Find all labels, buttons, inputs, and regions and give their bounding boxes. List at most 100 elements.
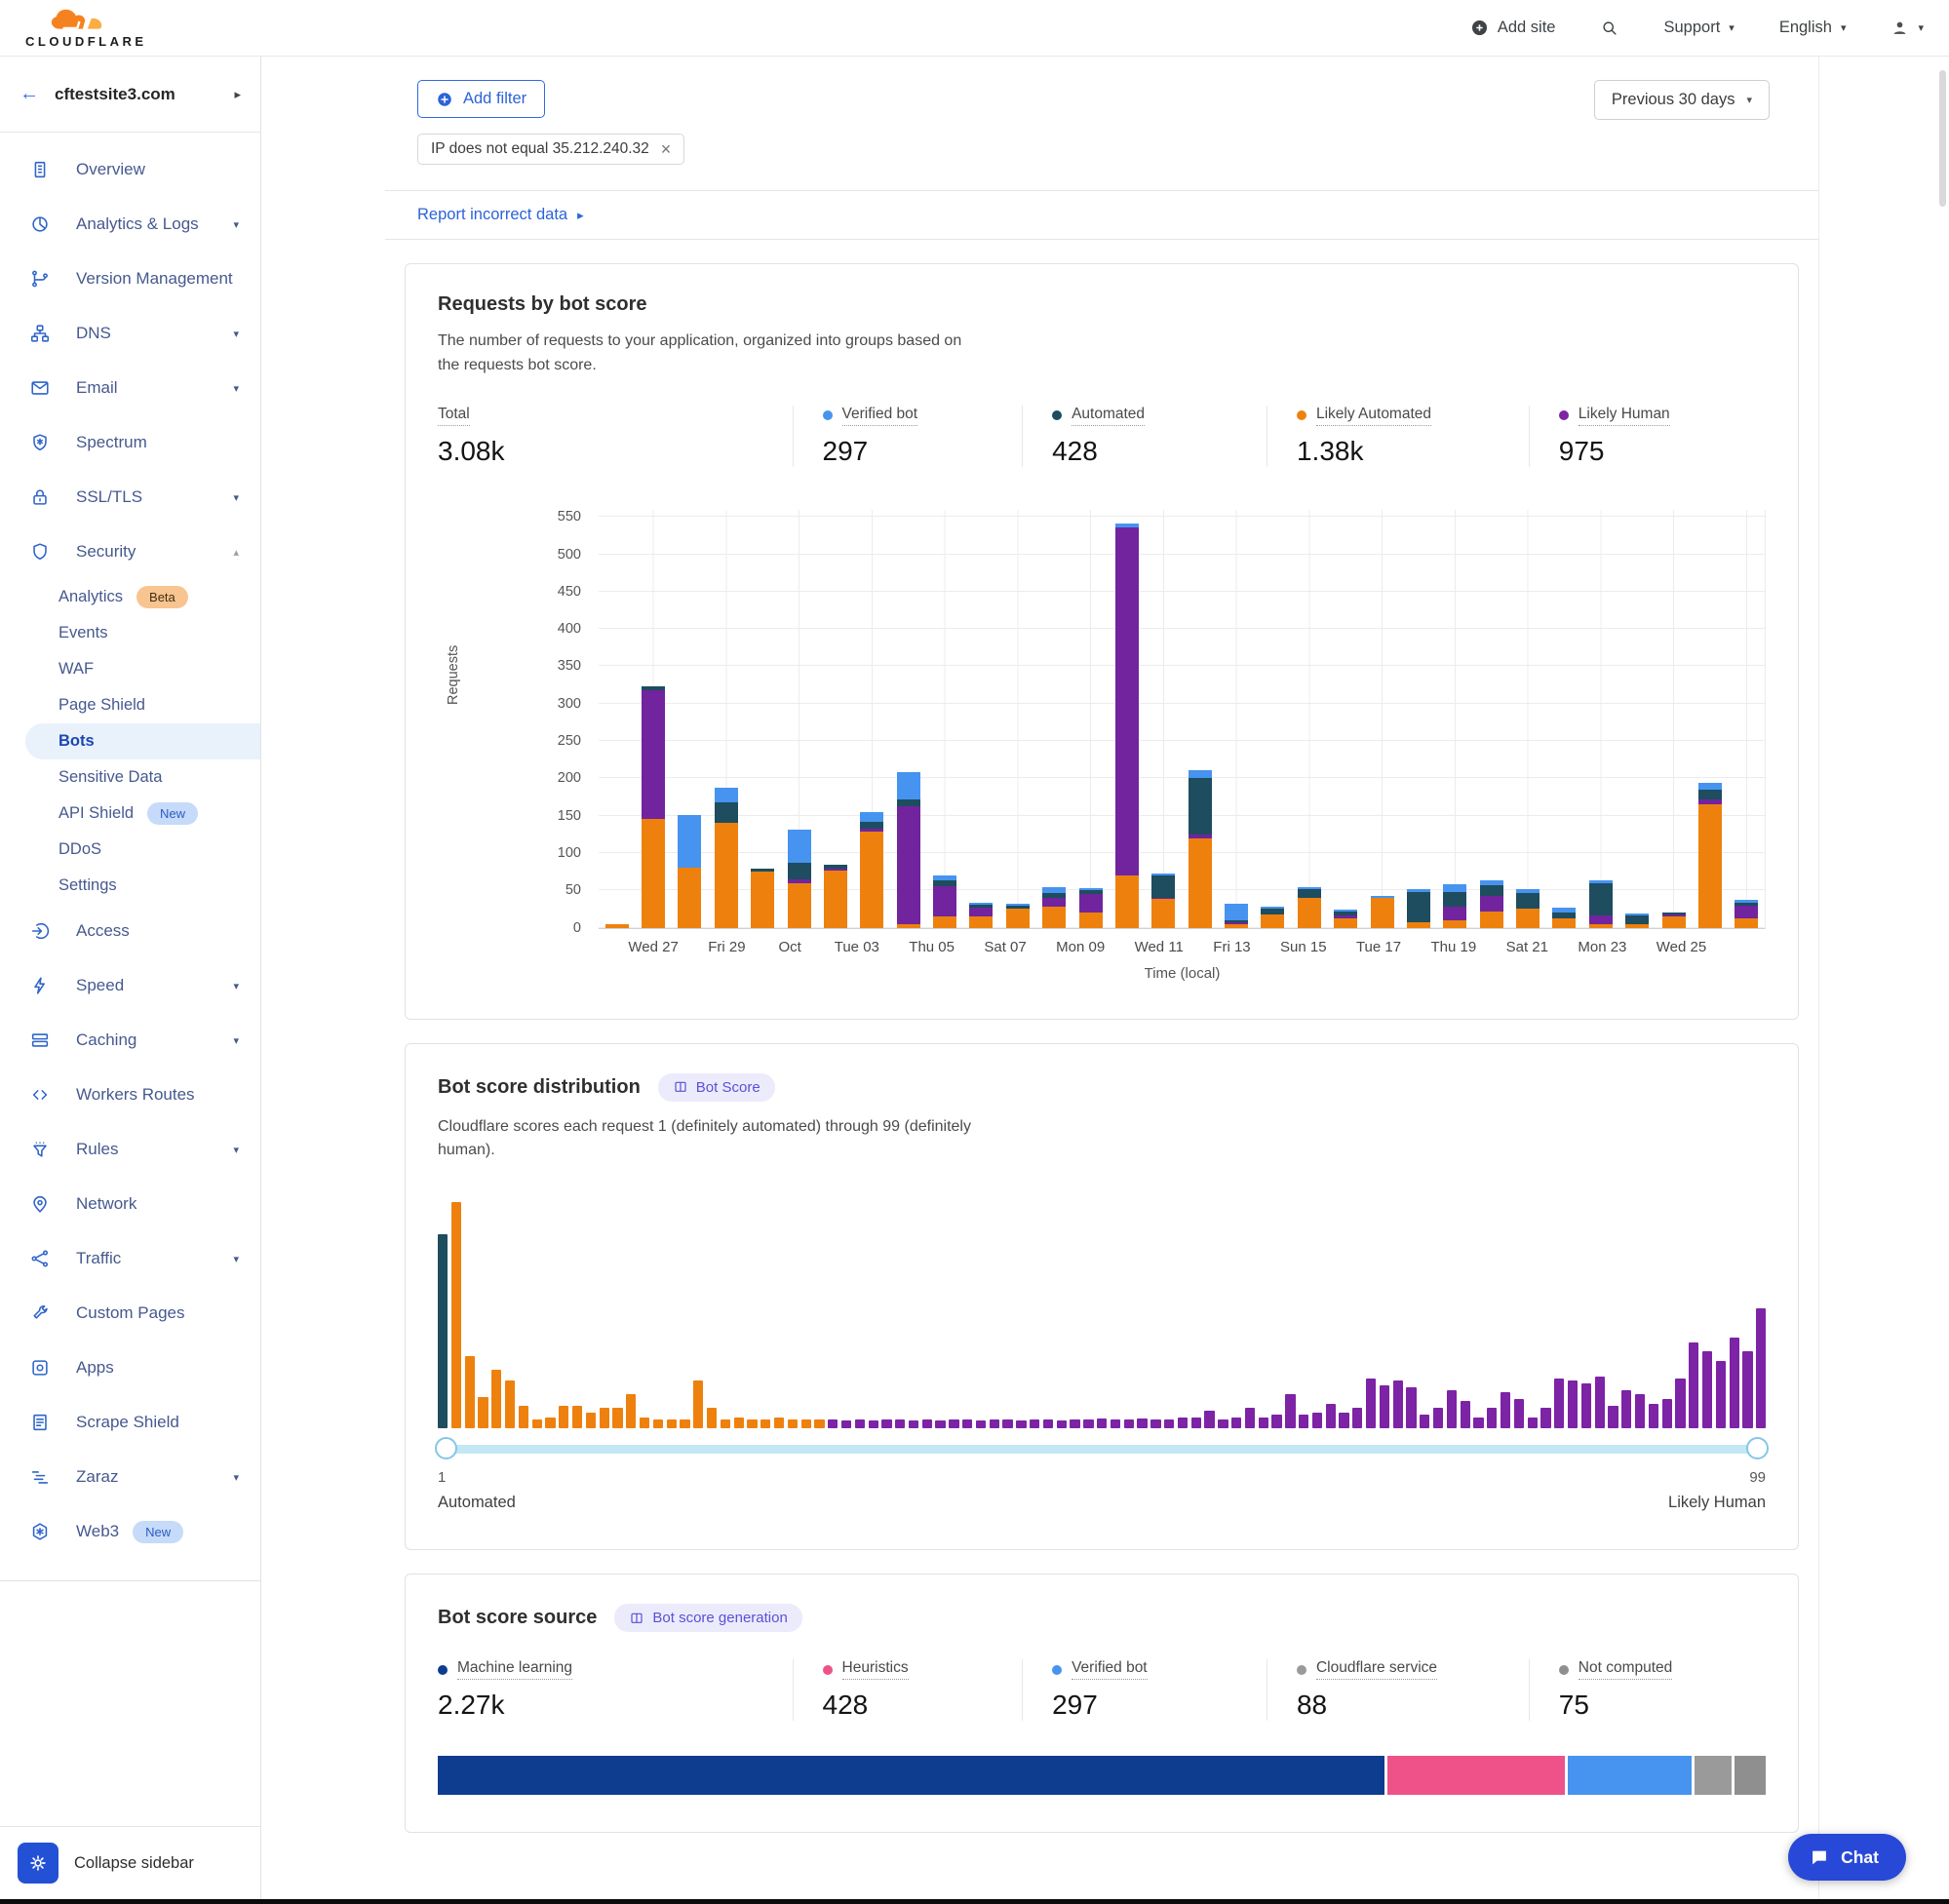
cloudflare-logo[interactable]: CLOUDFLARE: [25, 8, 147, 48]
collapse-sidebar-label[interactable]: Collapse sidebar: [74, 1854, 194, 1873]
hist-bar-likely-human: [1231, 1418, 1241, 1429]
bar-slot: [1146, 510, 1182, 928]
card-description: Cloudflare scores each request 1 (defini…: [438, 1115, 984, 1164]
caret-down-icon: ▾: [233, 1034, 239, 1047]
bar-segment-likely-human: [1589, 915, 1613, 924]
bar-segment-likely-automated: [1589, 924, 1613, 928]
sidebar-item-page-shield[interactable]: Page Shield: [0, 687, 260, 723]
legend-dot-icon: [1559, 1665, 1569, 1675]
book-icon: [673, 1079, 688, 1095]
sidebar-item-apps[interactable]: Apps: [0, 1341, 260, 1395]
slider-track[interactable]: [442, 1445, 1762, 1454]
bar-segment-automated: [1189, 778, 1212, 835]
sidebar: ← cftestsite3.com ▸ OverviewAnalytics & …: [0, 57, 261, 1899]
hist-bar-likely-human: [1514, 1399, 1524, 1428]
stacked-bar: [642, 686, 665, 927]
legend-dot-icon: [1559, 410, 1569, 420]
sidebar-item-custom-pages[interactable]: Custom Pages: [0, 1286, 260, 1341]
sidebar-item-api-shield[interactable]: API ShieldNew: [0, 796, 260, 832]
slider-handle-min[interactable]: [435, 1437, 457, 1459]
close-icon[interactable]: ×: [661, 140, 672, 158]
hist-bar-likely-human: [962, 1419, 972, 1428]
sidebar-item-events[interactable]: Events: [0, 615, 260, 651]
bar-segment-likely-human: [642, 690, 665, 820]
back-arrow-icon[interactable]: ←: [19, 83, 39, 105]
report-incorrect-data-link[interactable]: Report incorrect data: [417, 206, 567, 224]
bot-score-doc-badge[interactable]: Bot Score: [658, 1073, 775, 1102]
bot-score-generation-doc-badge[interactable]: Bot score generation: [614, 1604, 801, 1632]
stat-value: 3.08k: [438, 436, 793, 467]
sidebar-item-waf[interactable]: WAF: [0, 651, 260, 687]
stat-value: 297: [1052, 1690, 1267, 1721]
sidebar-item-scrape-shield[interactable]: Scrape Shield: [0, 1395, 260, 1450]
sidebar-item-ssl-tls[interactable]: SSL/TLS▾: [0, 470, 260, 525]
hist-bar-likely-human: [1554, 1379, 1564, 1428]
source-segment-heuristics: [1387, 1756, 1566, 1795]
bar-segment-likely-automated: [824, 871, 847, 927]
sidebar-item-analytics-logs[interactable]: Analytics & Logs▾: [0, 197, 260, 252]
sidebar-item-label: Settings: [58, 876, 117, 895]
bar-slot: [1109, 510, 1145, 928]
chat-label: Chat: [1841, 1847, 1879, 1868]
sidebar-item-dns[interactable]: DNS▾: [0, 306, 260, 361]
stat-value: 88: [1297, 1690, 1529, 1721]
sidebar-item-label: API Shield: [58, 804, 134, 823]
add-filter-button[interactable]: Add filter: [417, 80, 545, 118]
filter-chip[interactable]: IP does not equal 35.212.240.32 ×: [417, 134, 684, 165]
chevron-right-icon[interactable]: ▸: [234, 87, 241, 102]
sidebar-item-bots[interactable]: Bots: [25, 723, 260, 759]
sidebar-item-label: Bots: [58, 732, 95, 751]
stacked-bar: [1298, 887, 1321, 927]
x-tick-label: [1184, 939, 1213, 955]
stat-value: 975: [1559, 436, 1766, 467]
sidebar-item-network[interactable]: Network: [0, 1177, 260, 1231]
language-menu[interactable]: English ▾: [1779, 19, 1847, 37]
cache-icon: [29, 1030, 51, 1051]
sidebar-item-security[interactable]: Security▴: [0, 525, 260, 579]
add-site-button[interactable]: Add site: [1470, 19, 1556, 37]
sidebar-item-speed[interactable]: Speed▾: [0, 958, 260, 1013]
caret-down-icon: ▾: [233, 1253, 239, 1265]
sidebar-item-settings[interactable]: Settings: [0, 868, 260, 904]
sidebar-item-caching[interactable]: Caching▾: [0, 1013, 260, 1068]
sidebar-item-access[interactable]: Access: [0, 904, 260, 958]
sidebar-item-spectrum[interactable]: Spectrum: [0, 415, 260, 470]
x-tick-label: Wed 11: [1135, 939, 1184, 955]
stat-automated: Automated428: [1022, 406, 1267, 467]
sidebar-item-overview[interactable]: Overview: [0, 142, 260, 197]
filter-chip-text: IP does not equal 35.212.240.32: [431, 140, 649, 158]
search-button[interactable]: [1600, 19, 1618, 37]
scrollbar-thumb[interactable]: [1939, 70, 1946, 207]
sidebar-item-web3[interactable]: Web3New: [0, 1504, 260, 1559]
date-range-select[interactable]: Previous 30 days ▾: [1594, 80, 1770, 120]
bot-score-distribution-card: Bot score distribution Bot Score Cloudfl…: [405, 1043, 1799, 1551]
hist-bar-likely-human: [1420, 1415, 1429, 1428]
sidebar-item-sensitive-data[interactable]: Sensitive Data: [0, 759, 260, 796]
hist-bar-likely-human: [922, 1419, 932, 1428]
hist-bar-likely-human: [1487, 1408, 1497, 1428]
stacked-bar: [1662, 913, 1686, 927]
bar-slot: [890, 510, 926, 928]
site-name: cftestsite3.com: [55, 85, 175, 104]
sidebar-item-analytics[interactable]: AnalyticsBeta: [0, 579, 260, 615]
sidebar-item-version-management[interactable]: Version Management: [0, 252, 260, 306]
bar-slot: [781, 510, 817, 928]
sidebar-item-label: DDoS: [58, 840, 101, 859]
account-menu[interactable]: ▾: [1891, 19, 1924, 37]
slider-handle-max[interactable]: [1746, 1437, 1769, 1459]
sidebar-item-zaraz[interactable]: Zaraz▾: [0, 1450, 260, 1504]
hist-bar-likely-automated: [721, 1419, 730, 1428]
hist-bar-likely-human: [1352, 1408, 1362, 1428]
support-menu[interactable]: Support ▾: [1663, 19, 1734, 37]
main-content: Add filter IP does not equal 35.212.240.…: [261, 57, 1949, 1899]
stacked-bar: [824, 865, 847, 927]
scrape-icon: [29, 1412, 51, 1433]
sidebar-item-traffic[interactable]: Traffic▾: [0, 1231, 260, 1286]
sidebar-item-rules[interactable]: Rules▾: [0, 1122, 260, 1177]
hist-bar-likely-automated: [788, 1419, 798, 1428]
sidebar-item-workers-routes[interactable]: Workers Routes: [0, 1068, 260, 1122]
settings-gear-button[interactable]: [18, 1843, 58, 1884]
sidebar-item-email[interactable]: Email▾: [0, 361, 260, 415]
sidebar-item-ddos[interactable]: DDoS: [0, 832, 260, 868]
chat-button[interactable]: Chat: [1788, 1834, 1906, 1881]
